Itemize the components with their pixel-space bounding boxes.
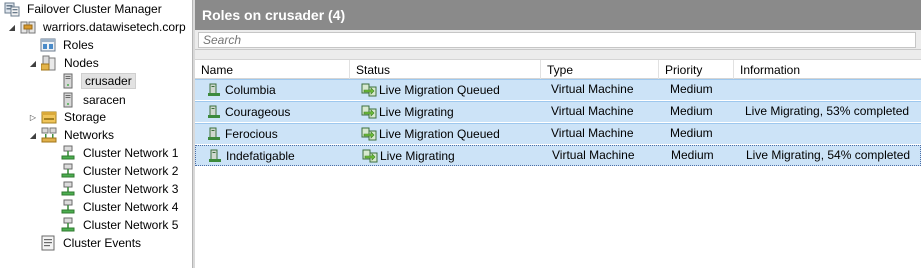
cell-status: Live Migration Queued [361,124,541,144]
tree-item-node-saracen[interactable]: saracen [60,91,128,109]
tree-item-label: warriors.datawisetech.corp [43,20,186,34]
expand-arrow-icon[interactable]: ◢ [28,59,38,68]
cell-information [745,80,921,100]
network-icon [60,181,76,197]
table-row[interactable]: Columbia Live Migration Queued Virtual M… [195,79,921,100]
column-header-status[interactable]: Status [350,60,541,79]
networks-icon [41,127,57,143]
tree-item-label: Failover Cluster Manager [27,2,162,16]
role-name: Ferocious [225,127,278,141]
status-text: Live Migrating [379,105,454,119]
tree-item-cluster-events[interactable]: Cluster Events [40,234,143,252]
cell-priority: Medium [671,148,714,162]
tree-item-networks[interactable]: ◢ Networks [28,126,116,144]
live-migration-icon [361,127,377,141]
tree-item-cluster[interactable]: ◢ warriors.datawisetech.corp [7,18,188,36]
cluster-manager-icon [4,1,20,17]
storage-icon [41,109,57,125]
cell-name: Ferocious [207,124,347,144]
role-name: Indefatigable [226,149,295,163]
expand-arrow-icon[interactable]: ◢ [7,23,17,32]
cluster-icon [20,19,36,35]
live-migration-icon [362,149,378,163]
expand-arrow-icon[interactable]: ◢ [28,131,38,140]
roles-panel: Roles on crusader (4) Name Status Type P… [195,0,921,268]
status-text: Live Migrating [380,149,455,163]
cell-priority: Medium [670,126,713,140]
cell-status: Live Migration Queued [361,80,541,100]
tree-item-label: saracen [83,93,126,107]
network-icon [60,145,76,161]
navigation-tree: Failover Cluster Manager ◢ warriors.data… [0,0,192,268]
virtual-machine-icon [207,105,221,119]
tree-item-cluster-network-5[interactable]: Cluster Network 5 [60,216,180,234]
cell-name: Courageous [207,102,347,122]
tree-item-label: Cluster Network 1 [83,146,179,160]
tree-item-label: Cluster Network 2 [83,164,179,178]
search-input[interactable] [198,32,916,48]
virtual-machine-icon [208,149,222,163]
panel-title: Roles on crusader (4) [195,0,921,30]
network-icon [60,163,76,179]
cell-status: Live Migrating [362,146,542,166]
cluster-events-icon [40,235,56,251]
cell-type: Virtual Machine [551,82,634,96]
cell-information: Live Migrating, 53% completed [745,104,910,118]
grid-header: Name Status Type Priority Information [195,59,921,79]
server-icon [60,92,76,108]
tree-item-roles[interactable]: Roles [40,36,96,54]
tree-item-failover-cluster-manager[interactable]: Failover Cluster Manager [4,0,164,18]
tree-item-cluster-network-3[interactable]: Cluster Network 3 [60,180,180,198]
network-icon [60,199,76,215]
tree-item-label: Storage [64,110,107,124]
cell-name: Columbia [207,80,347,100]
column-header-name[interactable]: Name [195,60,350,79]
table-row[interactable]: Indefatigable Live Migrating Virtual Mac… [195,145,921,166]
tree-item-label: crusader [81,73,136,89]
table-row[interactable]: Courageous Live Migrating Virtual Machin… [195,101,921,122]
virtual-machine-icon [207,83,221,97]
cell-priority: Medium [670,82,713,96]
cell-type: Virtual Machine [552,148,635,162]
status-text: Live Migration Queued [379,83,500,97]
cell-type: Virtual Machine [551,104,634,118]
cell-information [745,124,921,144]
cell-priority: Medium [670,104,713,118]
expand-arrow-icon[interactable]: ▷ [28,113,38,122]
roles-grid: Name Status Type Priority Information Co… [195,59,921,268]
cell-status: Live Migrating [361,102,541,122]
table-row[interactable]: Ferocious Live Migration Queued Virtual … [195,123,921,144]
column-header-information[interactable]: Information [734,60,921,79]
role-name: Columbia [225,83,276,97]
tree-item-label: Roles [63,38,94,52]
tree-item-cluster-network-4[interactable]: Cluster Network 4 [60,198,180,216]
live-migration-icon [361,105,377,119]
tree-item-nodes[interactable]: ◢ Nodes [28,54,101,72]
cell-information: Live Migrating, 54% completed [746,148,911,162]
live-migration-icon [361,83,377,97]
search-bar [195,30,921,50]
virtual-machine-icon [207,127,221,141]
nodes-icon [41,55,57,71]
role-name: Courageous [225,105,291,119]
tree-item-label: Nodes [64,56,99,70]
tree-item-node-crusader[interactable]: crusader [60,72,136,90]
cell-name: Indefatigable [208,146,348,166]
tree-item-label: Cluster Events [63,236,142,250]
column-header-type[interactable]: Type [541,60,659,79]
tree-item-label: Cluster Network 5 [83,218,179,232]
panel-spacer [195,50,921,59]
tree-item-label: Networks [64,128,115,142]
tree-item-cluster-network-2[interactable]: Cluster Network 2 [60,162,180,180]
roles-icon [40,37,56,53]
network-icon [60,217,76,233]
tree-item-cluster-network-1[interactable]: Cluster Network 1 [60,144,180,162]
tree-item-label: Cluster Network 3 [83,182,179,196]
tree-item-label: Cluster Network 4 [83,200,179,214]
tree-item-storage[interactable]: ▷ Storage [28,108,108,126]
cell-type: Virtual Machine [551,126,634,140]
column-header-priority[interactable]: Priority [659,60,734,79]
status-text: Live Migration Queued [379,127,500,141]
server-icon [60,73,76,89]
